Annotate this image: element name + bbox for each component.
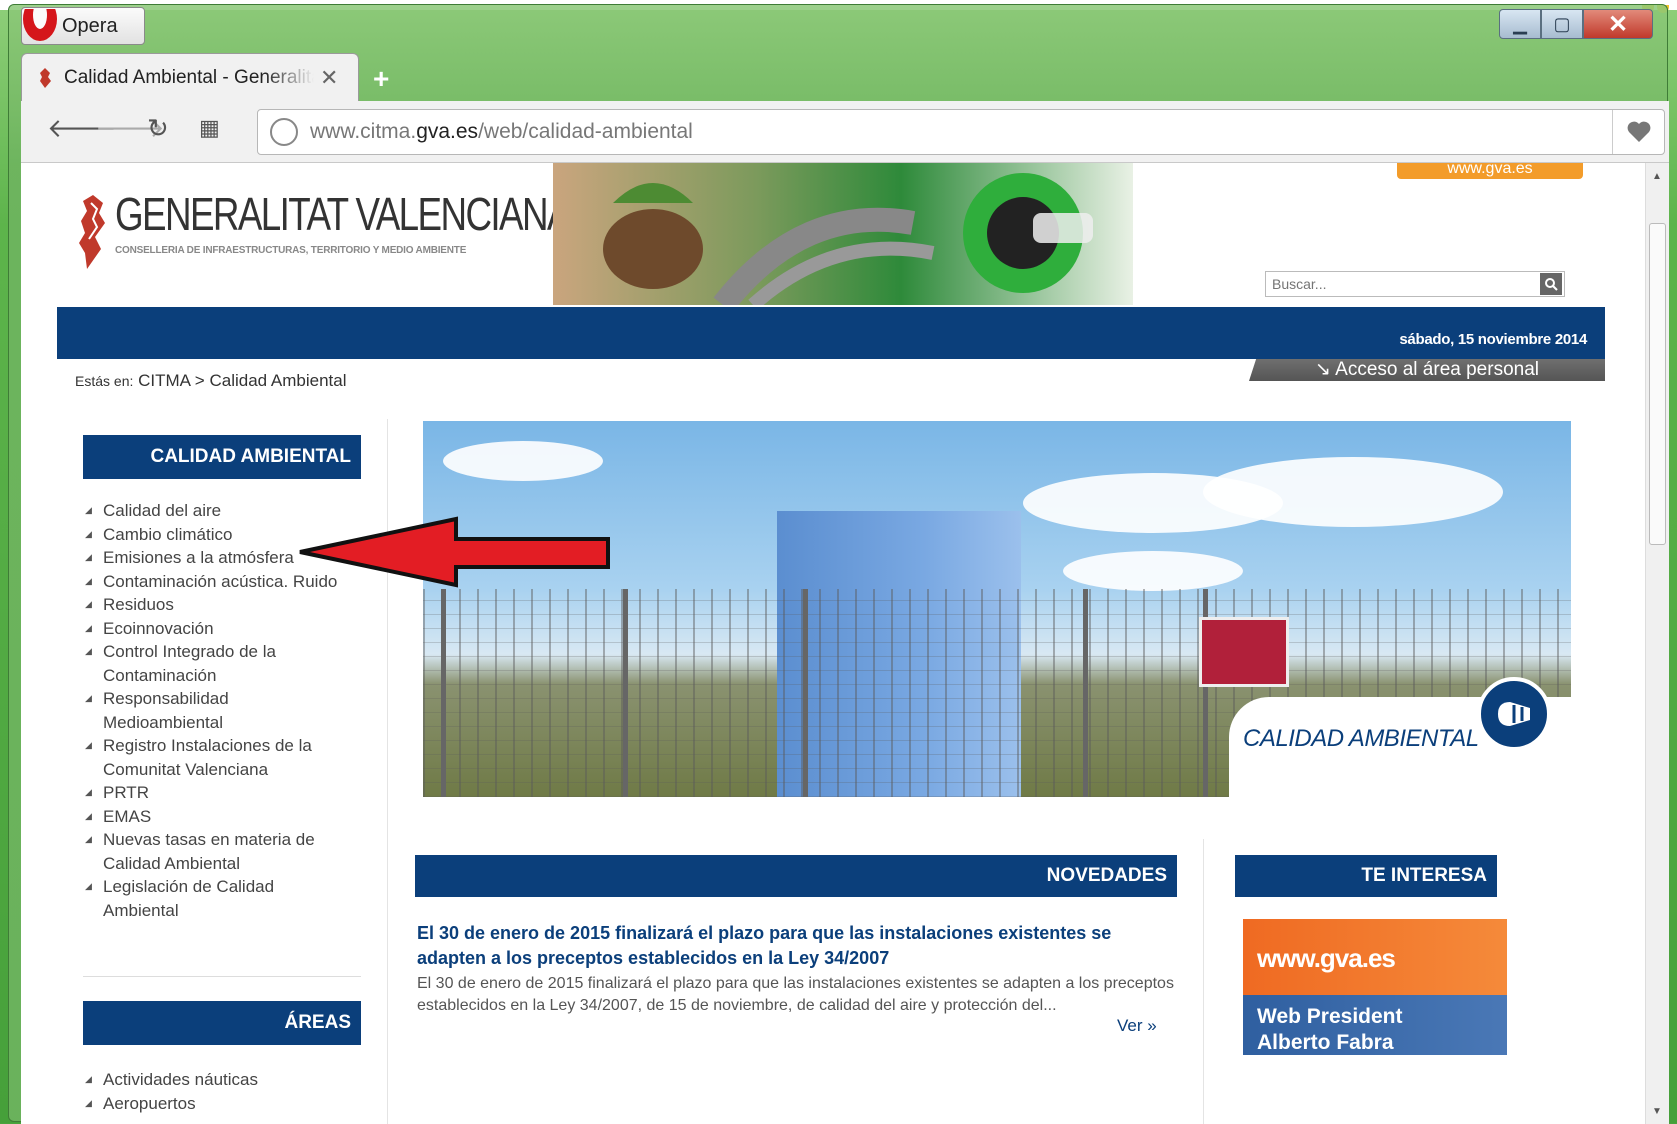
current-date: sábado, 15 noviembre 2014: [1399, 331, 1587, 348]
opera-label: Opera: [62, 14, 118, 37]
sidebar-item-emas[interactable]: EMAS: [85, 805, 355, 829]
warning-sign: [1199, 617, 1289, 687]
scroll-down-arrow-icon[interactable]: ▼: [1652, 1106, 1662, 1117]
promo-gva-banner[interactable]: www.gva.es: [1243, 919, 1507, 995]
address-bar[interactable]: www.citma.gva.es/web/calidad-ambiental: [257, 109, 1665, 155]
sidebar-header[interactable]: CALIDAD AMBIENTAL: [83, 435, 361, 479]
window-controls: ▁ ▢ ✕: [1499, 9, 1653, 39]
tab-title: Calidad Ambiental - Generalitat: [64, 66, 314, 88]
te-interesa-header[interactable]: TE INTERESA: [1235, 855, 1497, 897]
promo-president-banner[interactable]: Web President Alberto Fabra: [1243, 995, 1507, 1055]
scroll-thumb[interactable]: [1649, 223, 1666, 545]
bookmark-heart-icon[interactable]: [1612, 110, 1664, 154]
logo-title: GENERALITAT VALENCIANA: [115, 188, 572, 240]
search-input[interactable]: [1266, 276, 1540, 292]
sidebar-item-registro[interactable]: Registro Instalaciones de la Comunitat V…: [85, 734, 335, 781]
promo-gva-text: www.gva.es: [1257, 943, 1396, 973]
gva-link[interactable]: www.gva.es: [1397, 163, 1583, 179]
news-title-link[interactable]: El 30 de enero de 2015 finalizará el pla…: [417, 921, 1177, 971]
breadcrumb-separator: >: [194, 371, 205, 390]
sidebar-item-control-integrado[interactable]: Control Integrado de la Contaminación: [85, 640, 291, 687]
search-box: [1265, 271, 1565, 297]
reload-icon[interactable]: ↻: [147, 113, 169, 144]
areas-menu: Actividades náuticas Aeropuertos: [85, 1068, 355, 1115]
scroll-up-arrow-icon[interactable]: ▲: [1652, 171, 1662, 182]
new-tab-button[interactable]: +: [373, 63, 389, 95]
speed-dial-icon[interactable]: ▦: [199, 115, 220, 141]
breadcrumb-item-current: Calidad Ambiental: [209, 371, 347, 390]
sidebar-item-prtr[interactable]: PRTR: [85, 781, 355, 805]
news-more-link[interactable]: Ver »: [1117, 1016, 1157, 1036]
gva-favicon-icon: [40, 67, 51, 88]
personal-area-link[interactable]: ↘ Acceso al área personal: [1249, 359, 1605, 381]
promo-president-line1: Web President: [1257, 1005, 1403, 1028]
sidebar-item-ecoinnovacion[interactable]: Ecoinnovación: [85, 617, 355, 641]
search-icon[interactable]: [1540, 273, 1562, 295]
hero-label: CALIDAD AMBIENTAL: [1243, 725, 1479, 752]
close-window-button[interactable]: ✕: [1583, 9, 1653, 39]
breadcrumb-item-citma[interactable]: CITMA: [138, 371, 190, 390]
header-banner-image: [553, 163, 1133, 305]
sidebar-item-legislacion[interactable]: Legislación de Calidad Ambiental: [85, 875, 295, 922]
header-bar: sábado, 15 noviembre 2014: [57, 307, 1605, 359]
url-text[interactable]: www.citma.gva.es/web/calidad-ambiental: [310, 120, 693, 144]
news-body: El 30 de enero de 2015 finalizará el pla…: [417, 975, 1174, 1014]
browser-window: Opera ▁ ▢ ✕ Calidad Ambiental - Generali…: [8, 4, 1669, 1124]
page-viewport: GENERALITAT VALENCIANA CONSELLERIA DE IN…: [21, 163, 1669, 1124]
sidebar-item-responsabilidad[interactable]: Responsabilidad Medioambiental: [85, 687, 255, 734]
breadcrumb: Estás en: CITMA > Calidad Ambiental: [75, 371, 347, 391]
areas-item-nauticas[interactable]: Actividades náuticas: [85, 1068, 355, 1092]
air-quality-logo-icon: [1477, 677, 1551, 751]
minimize-button[interactable]: ▁: [1499, 9, 1541, 39]
areas-header[interactable]: ÁREAS: [83, 1001, 361, 1045]
promo-president-line2: Alberto Fabra: [1257, 1031, 1394, 1054]
column-divider: [1203, 839, 1204, 1124]
opera-logo-icon: [23, 9, 57, 41]
sidebar-separator: [83, 976, 361, 977]
sidebar-item-nuevas-tasas[interactable]: Nuevas tasas en materia de Calidad Ambie…: [85, 828, 335, 875]
web-page: GENERALITAT VALENCIANA CONSELLERIA DE IN…: [57, 163, 1607, 1124]
novedades-header[interactable]: NOVEDADES: [415, 855, 1177, 897]
hero-image: CALIDAD AMBIENTAL: [423, 421, 1571, 797]
annotation-red-arrow-icon: [299, 516, 610, 588]
maximize-button[interactable]: ▢: [1541, 9, 1583, 39]
toolbar: 🡐 🡒 ↻ ▦ www.citma.gva.es/web/calidad-amb…: [21, 101, 1669, 163]
site-info-icon[interactable]: [270, 118, 298, 146]
vertical-scrollbar[interactable]: ▲ ▼: [1645, 163, 1669, 1124]
sidebar-item-residuos[interactable]: Residuos: [85, 593, 355, 617]
opera-menu-button[interactable]: Opera: [21, 7, 145, 45]
breadcrumb-label: Estás en:: [75, 373, 134, 389]
gva-crest-icon: [79, 195, 105, 269]
tab-close-icon[interactable]: ✕: [320, 65, 338, 91]
areas-item-aeropuertos[interactable]: Aeropuertos: [85, 1092, 355, 1116]
tab-calidad-ambiental[interactable]: Calidad Ambiental - Generalitat ✕: [21, 53, 359, 101]
